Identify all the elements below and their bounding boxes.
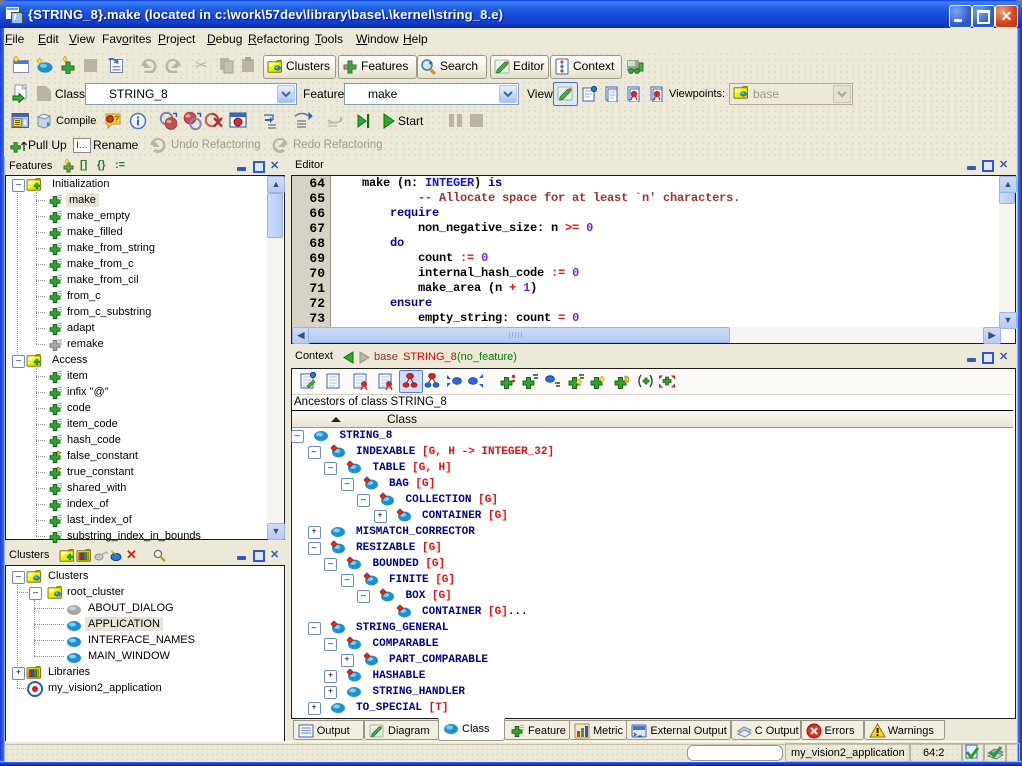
svg-text:?: ? [114, 114, 120, 124]
